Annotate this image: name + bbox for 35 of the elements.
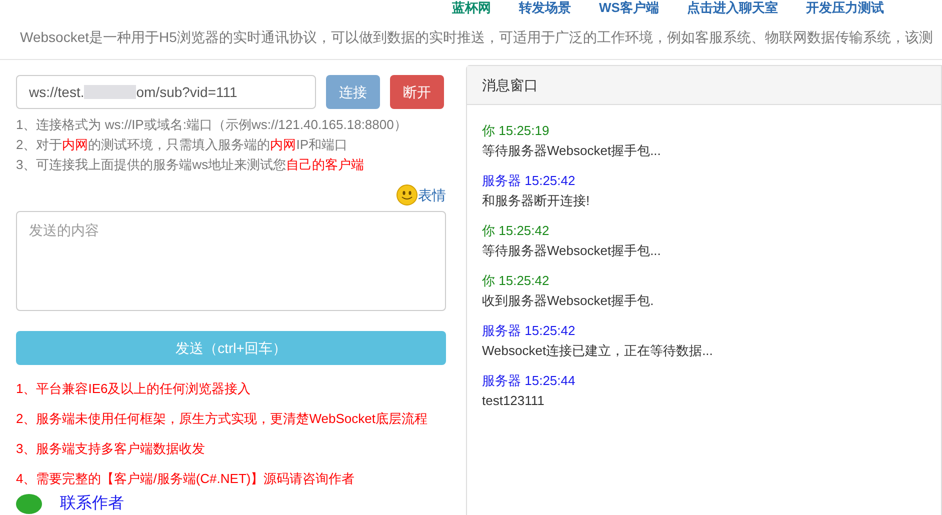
intro-text: Websocket是一种用于H5浏览器的实时通讯协议，可以做到数据的实时推送，可适用于广泛的工作环境，例如客服系统、物联网数据传输系统，该测 [20,28,933,47]
url-text: om/sub?vid=111 [136,82,238,102]
nav-link[interactable]: 转发场景 [519,0,571,16]
nav-link[interactable]: WS客户端 [599,0,659,16]
smiley-icon [396,184,418,206]
url-text: ws://test. [29,82,84,102]
message-text: 和服务器断开连接! [482,192,591,210]
hint-text: 2、对于内网的测试环境，只需填入服务端的内网IP和端口 [16,136,349,154]
disconnect-button[interactable]: 断开 [390,75,444,109]
nav-link[interactable]: 蓝杯网 [452,0,491,16]
message-sender: 你 15:25:42 [482,222,550,240]
message-sender: 服务器 15:25:42 [482,172,576,190]
contact-link[interactable]: 联系作者 [60,492,124,515]
message-text: test123111 [482,392,546,410]
blurred-block [84,85,136,99]
message-sender: 你 15:25:19 [482,122,550,140]
feature-text: 4、需要完整的【客户端/服务端(C#.NET)】源码请咨询作者 [16,470,356,488]
message-text: 收到服务器Websocket握手包. [482,292,655,310]
message-text: Websocket连接已建立，正在等待数据... [482,342,714,360]
message-input[interactable]: 发送的内容 [16,211,446,311]
feature-text: 1、平台兼容IE6及以上的任何浏览器接入 [16,380,252,398]
message-sender: 服务器 15:25:44 [482,372,576,390]
nav-link[interactable]: 开发压力测试 [806,0,884,16]
message-sender: 你 15:25:42 [482,272,550,290]
nav-link[interactable]: 点击进入聊天室 [686,0,778,16]
message-text: 等待服务器Websocket握手包... [482,242,662,260]
feature-text: 2、服务端未使用任何框架，原生方式实现，更清楚WebSocket底层流程 [16,410,428,428]
message-text: 等待服务器Websocket握手包... [482,142,662,160]
feature-text: 3、服务端支持多客户端数据收发 [16,440,206,458]
url-field[interactable]: ws://test. om/sub?vid=111 [16,75,316,109]
hint-text: 1、连接格式为 ws://IP或域名:端口（示例ws://121.40.165.18:8800） [16,116,408,134]
emoji-button[interactable]: 表情 [396,184,446,206]
panel-title: 消息窗口 [482,76,538,94]
hint-text: 3、可连接我上面提供的服务端ws地址来测试您自己的客户端 [16,156,366,174]
message-sender: 服务器 15:25:42 [482,322,576,340]
